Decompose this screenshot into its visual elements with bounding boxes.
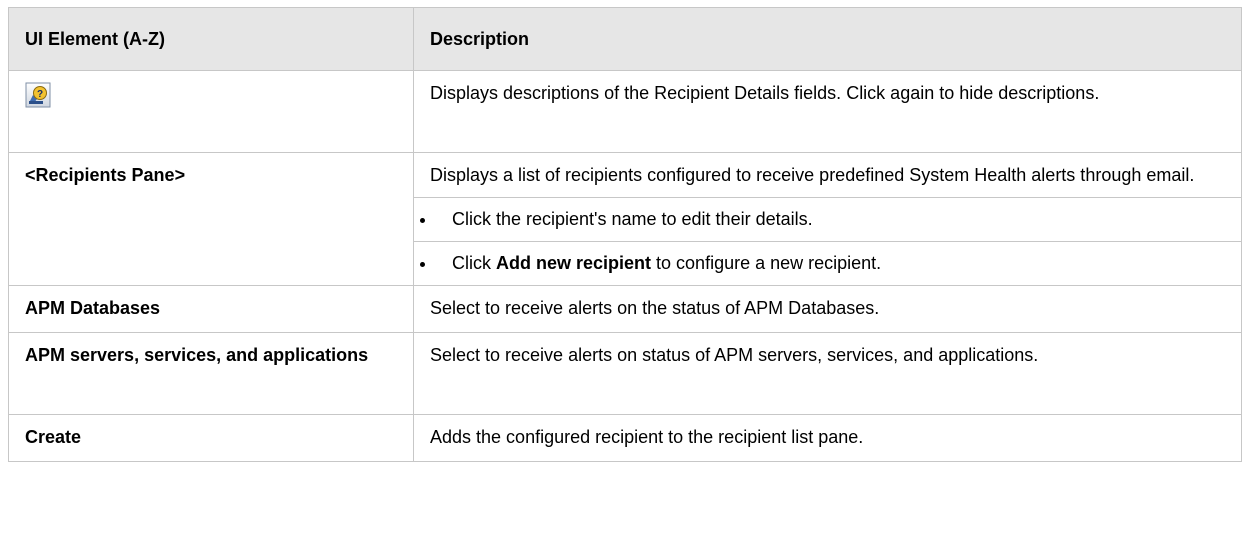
description-cell: Adds the configured recipient to the rec… bbox=[413, 414, 1242, 462]
bullet-text: Click the recipient's name to edit their… bbox=[452, 209, 813, 229]
table-header-row: UI Element (A-Z) Description bbox=[8, 7, 1242, 71]
description-cell: Displays descriptions of the Recipient D… bbox=[413, 70, 1242, 153]
header-description: Description bbox=[413, 7, 1242, 71]
table-row: Create Adds the configured recipient to … bbox=[8, 414, 1242, 462]
description-bullet-list: Click the recipient's name to edit their… bbox=[414, 197, 1241, 285]
table-row: APM Databases Select to receive alerts o… bbox=[8, 285, 1242, 333]
ui-elements-table-container: UI Element (A-Z) Description ? Displays … bbox=[8, 7, 1242, 462]
element-cell: <Recipients Pane> bbox=[8, 152, 414, 286]
table-row: APM servers, services, and applications … bbox=[8, 332, 1242, 415]
description-text: Displays a list of recipients configured… bbox=[430, 165, 1195, 185]
table-row: ? Displays descriptions of the Recipient… bbox=[8, 70, 1242, 153]
element-cell: ? bbox=[8, 70, 414, 153]
bullet-item: Click the recipient's name to edit their… bbox=[414, 197, 1241, 241]
ui-elements-table: UI Element (A-Z) Description ? Displays … bbox=[8, 7, 1242, 462]
element-cell: Create bbox=[8, 414, 414, 462]
element-cell: APM Databases bbox=[8, 285, 414, 333]
bullet-suffix: to configure a new recipient. bbox=[651, 253, 882, 273]
bullet-bold-term: Add new recipient bbox=[496, 253, 652, 273]
table-row: <Recipients Pane> Displays a list of rec… bbox=[8, 152, 1242, 286]
description-cell: Select to receive alerts on the status o… bbox=[413, 285, 1242, 333]
svg-text:?: ? bbox=[37, 89, 43, 100]
help-descriptions-icon[interactable]: ? bbox=[25, 82, 51, 108]
bullet-item: Click Add new recipient to configure a n… bbox=[414, 241, 1241, 285]
header-ui-element: UI Element (A-Z) bbox=[8, 7, 414, 71]
description-cell: Displays a list of recipients configured… bbox=[413, 152, 1242, 286]
description-cell: Select to receive alerts on status of AP… bbox=[413, 332, 1242, 415]
bullet-prefix: Click bbox=[452, 253, 496, 273]
element-cell: APM servers, services, and applications bbox=[8, 332, 414, 415]
